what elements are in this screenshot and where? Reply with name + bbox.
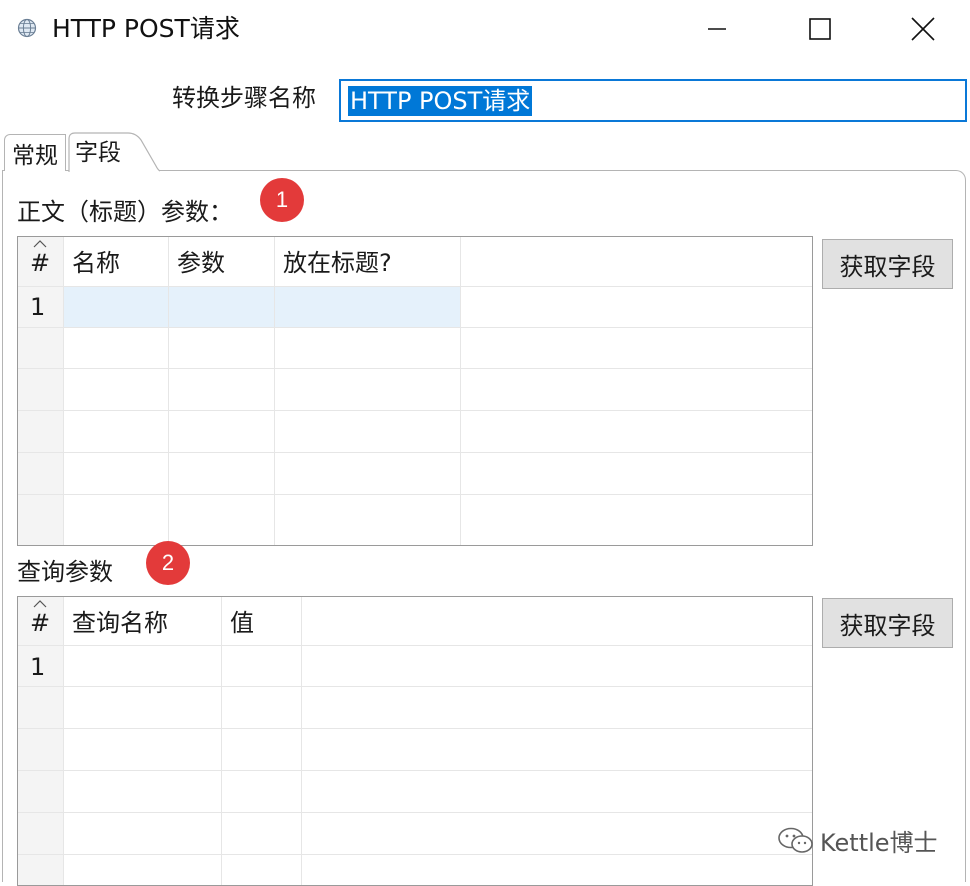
- query-params-table[interactable]: # 查询名称 值 1: [17, 596, 813, 886]
- annotation-badge-2: 2: [146, 541, 190, 585]
- minimize-button[interactable]: [687, 0, 747, 58]
- tab-fields-label: 字段: [75, 140, 121, 166]
- get-body-fields-button[interactable]: 获取字段: [822, 239, 953, 289]
- row-index: 1: [30, 653, 46, 681]
- column-divider: [221, 597, 222, 885]
- row-divider: [18, 368, 812, 369]
- column-header-in-header[interactable]: 放在标题?: [275, 247, 460, 279]
- column-divider: [63, 597, 64, 885]
- column-header-index: #: [30, 609, 51, 637]
- row-index-column: [18, 597, 63, 885]
- column-divider: [460, 237, 461, 545]
- step-name-input[interactable]: HTTP POST请求: [339, 79, 967, 122]
- tab-general[interactable]: 常规: [4, 134, 66, 171]
- body-params-table[interactable]: # 名称 参数 放在标题? 1: [17, 236, 813, 546]
- body-params-label: 正文（标题）参数：: [17, 198, 233, 226]
- row-divider: [18, 770, 812, 771]
- column-header-parameter[interactable]: 参数: [169, 247, 274, 279]
- tab-fields[interactable]: 字段: [68, 132, 160, 172]
- column-divider: [168, 237, 169, 545]
- column-header-index: #: [30, 249, 51, 277]
- column-divider: [274, 237, 275, 545]
- table-cell-in-header[interactable]: [275, 287, 460, 327]
- close-icon: [911, 17, 935, 41]
- table-cell-parameter[interactable]: [169, 287, 274, 327]
- title-bar: HTTP POST请求: [0, 0, 970, 58]
- row-divider: [18, 410, 812, 411]
- wechat-icon: [778, 827, 813, 853]
- globe-icon: [17, 18, 37, 38]
- tab-general-label: 常规: [12, 143, 58, 169]
- column-header-query-name[interactable]: 查询名称: [64, 607, 221, 639]
- table-cell-name[interactable]: [64, 287, 168, 327]
- table-cell-query-name[interactable]: [64, 646, 221, 686]
- column-header-name[interactable]: 名称: [64, 247, 168, 279]
- row-divider: [18, 854, 812, 855]
- row-divider: [18, 452, 812, 453]
- row-divider: [18, 728, 812, 729]
- annotation-badge-1: 1: [260, 178, 304, 222]
- row-divider: [18, 686, 812, 687]
- column-header-value[interactable]: 值: [222, 607, 301, 639]
- row-index: 1: [30, 293, 46, 321]
- row-index-column: [18, 237, 63, 545]
- row-divider: [18, 327, 812, 328]
- step-name-value: HTTP POST请求: [348, 86, 533, 116]
- close-button[interactable]: [893, 0, 953, 58]
- table-cell-value[interactable]: [222, 646, 301, 686]
- watermark-text: Kettle博士: [820, 828, 938, 857]
- column-divider: [301, 597, 302, 885]
- maximize-icon: [809, 18, 831, 40]
- get-query-fields-button[interactable]: 获取字段: [822, 598, 953, 648]
- row-divider: [18, 494, 812, 495]
- row-divider: [18, 812, 812, 813]
- window-title: HTTP POST请求: [52, 14, 240, 43]
- minimize-icon: [708, 28, 726, 30]
- query-params-label: 查询参数: [17, 558, 113, 586]
- watermark: Kettle博士: [776, 822, 938, 858]
- column-divider: [63, 237, 64, 545]
- maximize-button[interactable]: [790, 0, 850, 58]
- step-name-label: 转换步骤名称: [172, 84, 316, 112]
